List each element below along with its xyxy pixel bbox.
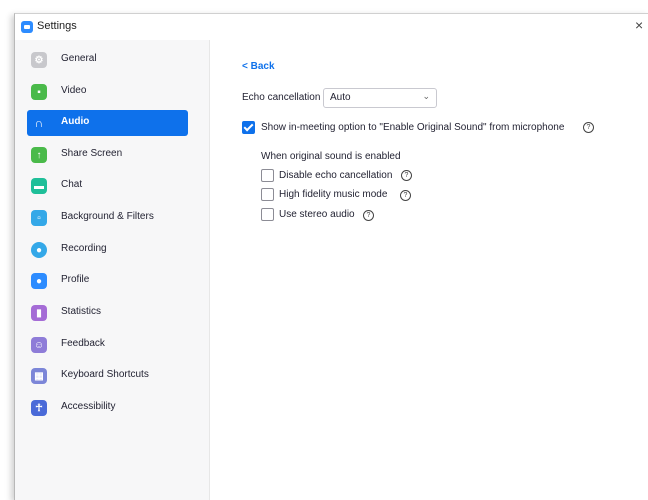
- sidebar-item-label: Statistics: [61, 306, 102, 317]
- back-link[interactable]: < Back: [242, 61, 275, 72]
- sidebar-item-statistics[interactable]: ▮ Statistics: [27, 300, 188, 326]
- echo-cancellation-label: Echo cancellation: [242, 92, 321, 103]
- original-sound-label: Show in-meeting option to "Enable Origin…: [261, 122, 565, 133]
- sidebar-item-general[interactable]: ⚙ General: [27, 47, 188, 73]
- settings-window: Settings × ⚙ General ▪ Video ∩ Audio ↑ S…: [14, 13, 648, 500]
- title-bar: Settings ×: [15, 14, 648, 40]
- sidebar-item-label: Share Screen: [61, 148, 123, 159]
- sidebar-item-recording[interactable]: ● Recording: [27, 237, 188, 263]
- sidebar-item-label: Profile: [61, 274, 90, 285]
- disable-echo-cancellation-label: Disable echo cancellation: [279, 170, 393, 181]
- share-screen-icon: ↑: [31, 147, 47, 163]
- help-icon[interactable]: ?: [401, 170, 412, 181]
- background-icon: ▫: [31, 210, 47, 226]
- sidebar-item-label: Keyboard Shortcuts: [61, 369, 149, 380]
- echo-cancellation-value: Auto: [330, 92, 351, 103]
- sidebar-item-label: Video: [61, 85, 87, 96]
- use-stereo-audio-checkbox[interactable]: [261, 208, 274, 221]
- sidebar-item-label: Chat: [61, 179, 83, 190]
- original-sound-checkbox[interactable]: [242, 121, 255, 134]
- sidebar-item-audio[interactable]: ∩ Audio: [27, 110, 188, 136]
- help-icon[interactable]: ?: [583, 122, 594, 133]
- keyboard-icon: ▦: [31, 368, 47, 384]
- sidebar-item-chat[interactable]: ▬ Chat: [27, 173, 188, 199]
- recording-icon: ●: [31, 242, 47, 258]
- chevron-down-icon: ⌄: [422, 91, 430, 101]
- sidebar-item-video[interactable]: ▪ Video: [27, 79, 188, 105]
- profile-icon: ●: [31, 273, 47, 289]
- feedback-icon: ☺: [31, 337, 47, 353]
- help-icon[interactable]: ?: [363, 210, 374, 221]
- chat-icon: ▬: [31, 178, 47, 194]
- sidebar-item-label: Background & Filters: [61, 211, 154, 222]
- sidebar-item-feedback[interactable]: ☺ Feedback: [27, 332, 188, 358]
- sidebar-item-accessibility[interactable]: ☥ Accessibility: [27, 395, 188, 421]
- original-sound-subheading: When original sound is enabled: [261, 151, 401, 162]
- headphones-icon: ∩: [34, 116, 44, 130]
- use-stereo-audio-label: Use stereo audio: [279, 209, 355, 220]
- gear-icon: ⚙: [31, 52, 47, 68]
- sidebar-item-profile[interactable]: ● Profile: [27, 268, 188, 294]
- sidebar-item-label: Recording: [61, 243, 107, 254]
- audio-settings-panel: < Back Echo cancellation Auto ⌄ Show in-…: [210, 40, 648, 500]
- zoom-app-icon: [21, 21, 33, 33]
- window-title: Settings: [37, 20, 77, 32]
- close-icon[interactable]: ×: [635, 17, 648, 33]
- video-icon: ▪: [31, 84, 47, 100]
- echo-cancellation-dropdown[interactable]: Auto ⌄: [323, 88, 437, 108]
- accessibility-icon: ☥: [31, 400, 47, 416]
- high-fidelity-music-mode-checkbox[interactable]: [261, 188, 274, 201]
- sidebar-item-keyboard-shortcuts[interactable]: ▦ Keyboard Shortcuts: [27, 363, 188, 389]
- disable-echo-cancellation-checkbox[interactable]: [261, 169, 274, 182]
- help-icon[interactable]: ?: [400, 190, 411, 201]
- sidebar-item-label: Feedback: [61, 338, 105, 349]
- sidebar-item-label: Accessibility: [61, 401, 116, 412]
- high-fidelity-music-mode-label: High fidelity music mode: [279, 189, 388, 200]
- sidebar-item-background-filters[interactable]: ▫ Background & Filters: [27, 205, 188, 231]
- settings-sidebar: ⚙ General ▪ Video ∩ Audio ↑ Share Screen…: [15, 40, 210, 500]
- sidebar-item-share-screen[interactable]: ↑ Share Screen: [27, 142, 188, 168]
- sidebar-item-label: Audio: [61, 116, 90, 127]
- statistics-icon: ▮: [31, 305, 47, 321]
- sidebar-item-label: General: [61, 53, 97, 64]
